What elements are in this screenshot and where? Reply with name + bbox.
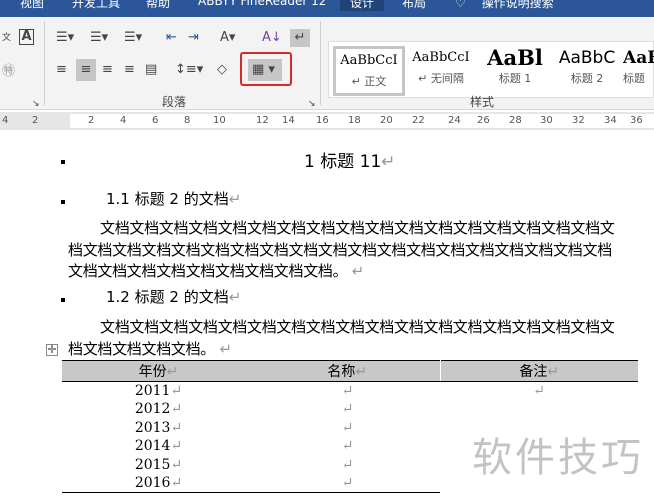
table-row: 2012↵ ↵ [134, 401, 354, 418]
text-direction-icon[interactable]: A▾ [220, 29, 235, 47]
align-right-icon[interactable]: ≡ [102, 61, 113, 79]
tab-developer[interactable]: 开发工具 [72, 0, 120, 11]
borders-highlight-box [240, 52, 292, 86]
bullets-icon[interactable]: ☰▾ [56, 29, 74, 47]
style-title[interactable]: AaB标题 [623, 46, 654, 96]
tab-help[interactable]: 帮助 [146, 0, 170, 11]
lightbulb-icon: ♡ [455, 0, 470, 10]
ribbon-tabs: 视图 开发工具 帮助 ABBYY FineReader 12 设计 布局 ♡ 操… [0, 0, 654, 17]
tab-layout[interactable]: 布局 [402, 0, 426, 11]
paragraph-group-label: 段落 [162, 95, 187, 109]
enclose-char-icon[interactable]: ㊕ [2, 63, 15, 81]
paragraph-2: 文档文档文档文档文档文档文档文档文档文档文档文档文档文档文档文档文档文档文档文档… [68, 318, 615, 358]
bullet [61, 160, 65, 164]
line-spacing-icon[interactable]: ↕≡▾ [175, 61, 203, 79]
styles-gallery: AaBbCcI ↵ 正文 AaBbCcI ↵ 无间隔 AaBl 标题 1 AaBbC 标… [328, 41, 654, 98]
table-move-handle-icon[interactable]: ✛ [46, 344, 58, 356]
show-marks-icon[interactable]: ↵ [290, 29, 310, 47]
heading-1: 1 标题 11↵ [304, 152, 396, 172]
watermark: 软件技巧 [472, 435, 644, 481]
decrease-indent-icon[interactable]: ⇤ [166, 29, 177, 47]
style-no-spacing[interactable]: AaBbCcI ↵ 无间隔 [405, 46, 477, 96]
tab-tell-me[interactable]: ♡ 操作说明搜索 [455, 0, 554, 11]
phonetic-guide-icon[interactable]: 文 [2, 29, 11, 47]
multilevel-list-icon[interactable]: ☰▾ [124, 29, 142, 47]
styles-group-label: 样式 [470, 95, 495, 109]
tab-abbyy[interactable]: ABBYY FineReader 12 [198, 0, 326, 8]
align-center-icon[interactable]: ≡ [76, 59, 96, 81]
character-border-icon[interactable]: A [19, 29, 34, 45]
increase-indent-icon[interactable]: ⇥ [188, 29, 199, 47]
table-row: 2011↵ ↵ ↵ [134, 383, 545, 399]
numbering-icon[interactable]: ☰▾ [90, 29, 108, 47]
paragraph-dialog-launcher-icon[interactable]: ↘ [308, 95, 316, 113]
shading-icon[interactable]: ◇ [217, 61, 227, 79]
heading-2b: 1.2 标题 2 的文档↵ [106, 288, 242, 306]
justify-icon[interactable]: ≡ [124, 61, 135, 79]
distributed-icon[interactable]: ▤ [145, 61, 157, 79]
horizontal-ruler[interactable]: 4 2 2 4 6 8 10 12 14 16 18 20 22 24 26 2… [0, 112, 654, 130]
bullet [61, 200, 65, 204]
heading-2a: 1.1 标题 2 的文档↵ [106, 190, 242, 208]
paragraph-1: 文档文档文档文档文档文档文档文档文档文档文档文档文档文档文档文档文档文档文档文档… [68, 219, 615, 280]
style-heading-2[interactable]: AaBbC 标题 2 [551, 46, 623, 96]
style-normal[interactable]: AaBbCcI ↵ 正文 [333, 46, 405, 96]
ribbon: 文 A ㊕ ☰▾ ☰▾ ☰▾ ⇤ ⇥ A▾ A↓ ↵ ≡ ≡ ≡ ≡ ▤ ↕≡▾… [0, 17, 654, 110]
align-left-icon[interactable]: ≡ [56, 61, 67, 79]
style-heading-1[interactable]: AaBl 标题 1 [479, 46, 551, 96]
sort-icon[interactable]: A↓ [262, 29, 282, 47]
font-dialog-launcher-icon[interactable]: ↘ [32, 95, 40, 113]
tab-view[interactable]: 视图 [20, 0, 44, 11]
tab-design[interactable]: 设计 [340, 0, 385, 11]
bullet [61, 298, 65, 302]
